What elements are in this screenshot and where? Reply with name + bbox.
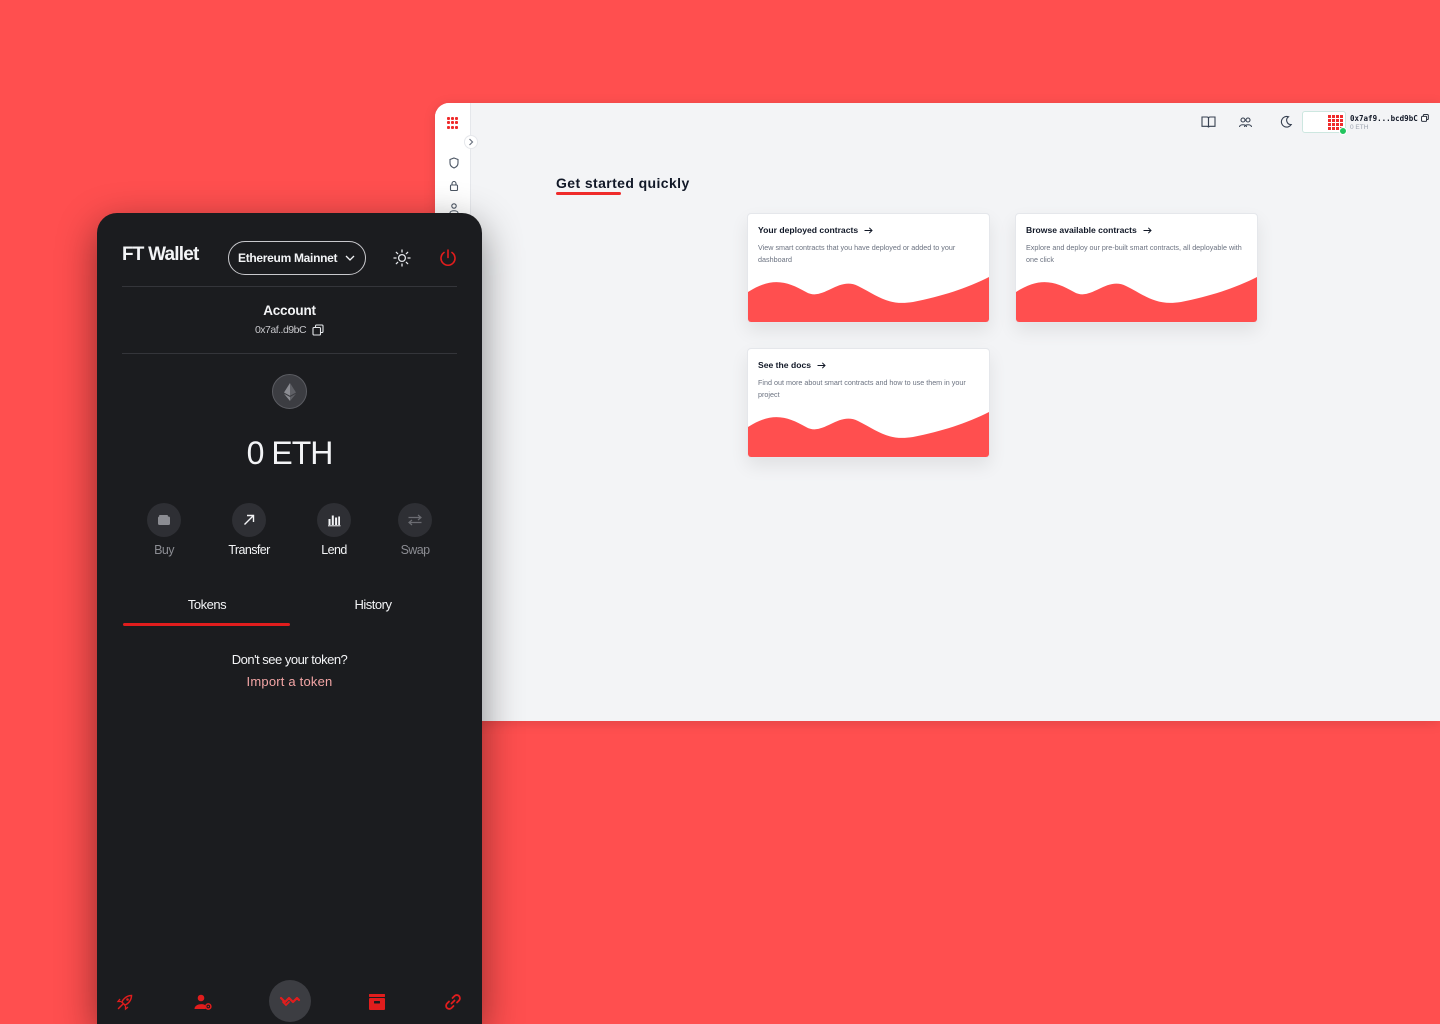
moon-icon[interactable] <box>1278 114 1294 130</box>
action-label: Buy <box>154 543 174 557</box>
account-address: 0x7af9...bcd9bC <box>1350 113 1418 123</box>
account-avatar <box>1302 111 1347 135</box>
waves-icon <box>279 996 301 1007</box>
tab-tokens[interactable]: Tokens <box>147 597 267 612</box>
card-browse-contracts[interactable]: Browse available contracts Explore and d… <box>1015 213 1258 323</box>
copy-icon[interactable] <box>1420 114 1429 122</box>
community-icon[interactable] <box>1237 114 1253 130</box>
buy-button[interactable]: Buy <box>129 503 199 557</box>
arrow-right-icon <box>1143 226 1152 234</box>
bar-chart-icon <box>317 503 351 537</box>
verified-check-icon <box>1339 127 1347 135</box>
action-label: Transfer <box>228 543 270 557</box>
account-chip[interactable]: 0x7af9...bcd9bC 0 ETH <box>1302 109 1430 135</box>
wallet-icon <box>147 503 181 537</box>
divider <box>122 286 457 287</box>
lend-button[interactable]: Lend <box>299 503 369 557</box>
card-description: Explore and deploy our pre-built smart c… <box>1026 243 1242 264</box>
empty-token-hint: Don't see your token? <box>231 652 348 667</box>
rocket-icon[interactable] <box>114 991 136 1013</box>
network-label: Ethereum Mainnet <box>238 251 338 265</box>
import-token-link[interactable]: Import a token <box>97 674 482 689</box>
account-address-row: 0x7af..d9bC <box>97 324 482 336</box>
wallet-panel: FT Wallet Ethereum Mainnet Account 0x7af… <box>97 213 482 1024</box>
card-title: Your deployed contracts <box>758 225 859 235</box>
card-title: Browse available contracts <box>1026 225 1137 235</box>
arrow-right-icon <box>864 226 873 234</box>
card-wave-graphic <box>748 412 989 457</box>
account-balance: 0 ETH <box>1350 123 1369 131</box>
tab-history[interactable]: History <box>313 597 433 612</box>
title-underline <box>556 192 621 195</box>
active-tab-indicator <box>123 623 290 626</box>
card-title: See the docs <box>758 360 812 370</box>
home-button[interactable] <box>269 980 311 1022</box>
card-description: Find out more about smart contracts and … <box>758 378 966 399</box>
page-title: Get started quickly <box>556 175 690 191</box>
wallet-brand: FT Wallet <box>122 244 199 265</box>
inbox-icon[interactable] <box>366 991 388 1013</box>
network-selector[interactable]: Ethereum Mainnet <box>228 241 366 275</box>
card-see-docs[interactable]: See the docs Find out more about smart c… <box>747 348 990 458</box>
wallet-balance: 0 ETH <box>246 435 334 471</box>
account-label: Account <box>263 303 316 318</box>
card-wave-graphic <box>1016 277 1257 322</box>
account-address: 0x7af..d9bC <box>254 324 307 336</box>
shield-icon[interactable] <box>448 157 460 169</box>
arrow-up-right-icon <box>232 503 266 537</box>
sun-icon[interactable] <box>393 249 411 267</box>
action-label: Swap <box>400 543 430 557</box>
card-wave-graphic <box>748 277 989 322</box>
book-icon[interactable] <box>1200 114 1216 130</box>
transfer-button[interactable]: Transfer <box>214 503 284 557</box>
dotted-logo-icon[interactable] <box>447 117 459 129</box>
dashboard-window: 0x7af9...bcd9bC 0 ETH Get started quickl… <box>435 103 1440 721</box>
action-label: Lend <box>321 543 347 557</box>
link-icon[interactable] <box>442 991 464 1013</box>
ethereum-icon <box>272 374 307 409</box>
swap-button[interactable]: Swap <box>380 503 450 557</box>
arrow-right-icon <box>817 361 826 369</box>
swap-arrows-icon <box>398 503 432 537</box>
lock-icon[interactable] <box>448 180 460 192</box>
power-icon[interactable] <box>438 248 458 268</box>
chevron-right-icon[interactable] <box>464 135 478 149</box>
divider <box>122 353 457 354</box>
card-description: View smart contracts that you have deplo… <box>758 243 956 264</box>
users-settings-icon[interactable] <box>192 991 214 1013</box>
copy-icon[interactable] <box>312 324 324 336</box>
card-deployed-contracts[interactable]: Your deployed contracts View smart contr… <box>747 213 990 323</box>
chevron-down-icon <box>345 255 355 261</box>
